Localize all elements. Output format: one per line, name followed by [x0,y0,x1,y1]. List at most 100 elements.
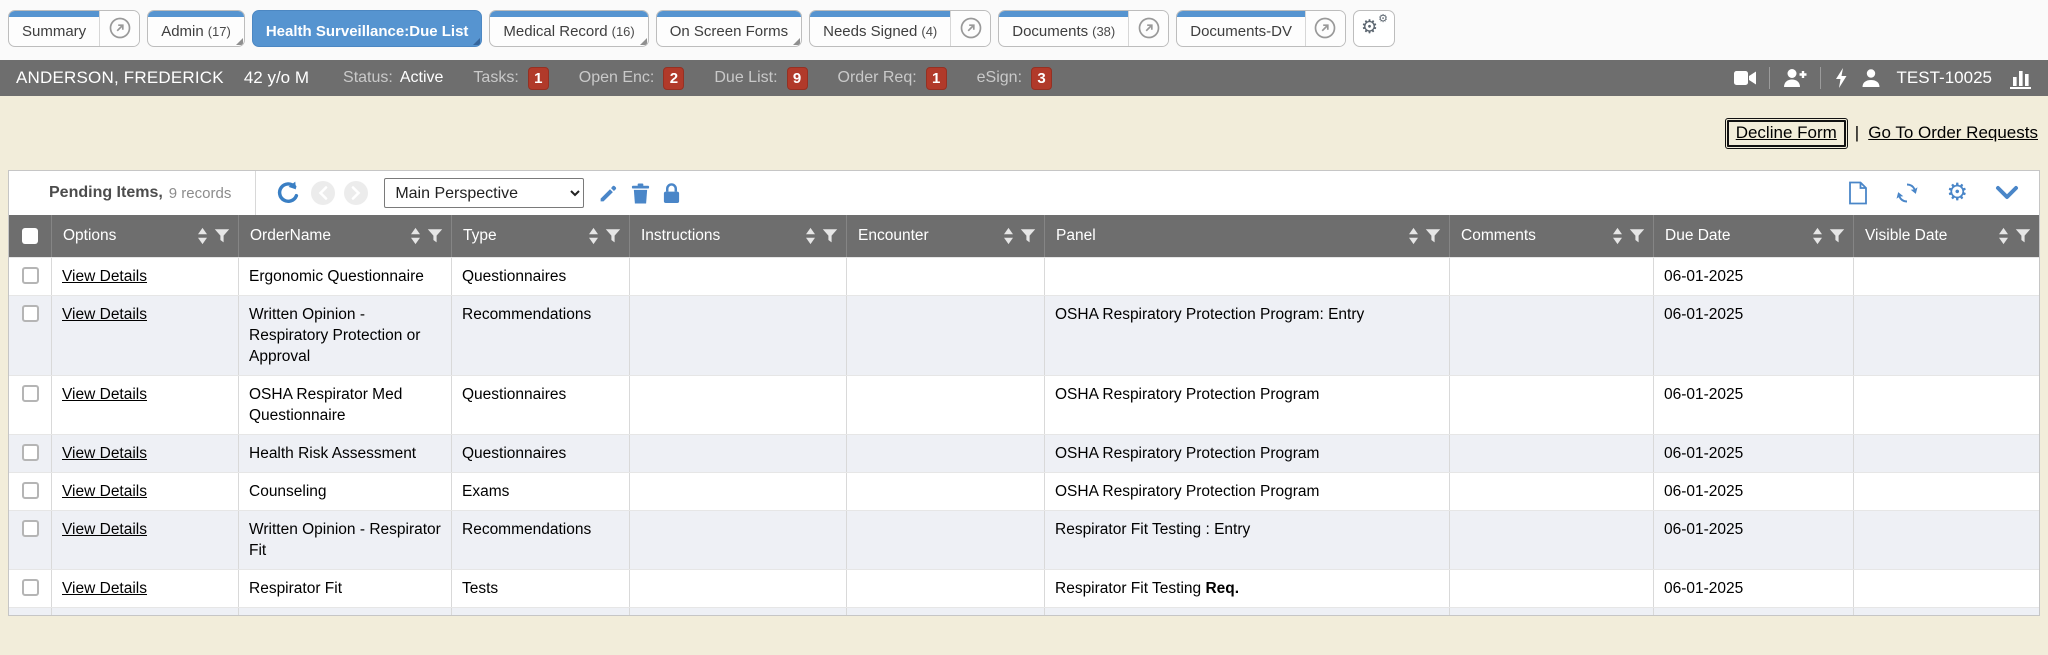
view-details-link[interactable]: View Details [62,445,147,462]
filter-funnel-icon[interactable] [1020,228,1036,244]
row-checkbox[interactable] [22,579,39,596]
row-checkbox[interactable] [22,444,39,461]
row-checkbox[interactable] [22,305,39,322]
tab[interactable]: Health Surveillance:Due List [252,10,483,47]
filter-funnel-icon[interactable] [427,228,443,244]
tab-main[interactable]: Admin (17) [148,11,244,46]
cell-type: Tests [451,570,629,607]
column-header[interactable]: Type [451,215,629,257]
bar-chart-icon[interactable] [2008,67,2032,89]
sort-icon[interactable] [197,227,208,245]
tab-top-accent [490,11,647,17]
counter-badge[interactable]: 2 [663,67,684,90]
tab[interactable]: On Screen Forms [656,10,802,47]
row-checkbox[interactable] [22,385,39,402]
decline-form-link[interactable]: Decline Form [1727,120,1846,147]
cell-encounter [846,258,1044,295]
tab-top-accent [9,11,99,17]
view-details-link[interactable]: View Details [62,580,147,597]
row-checkbox[interactable] [22,267,39,284]
tab-main[interactable]: Needs Signed (4) [810,11,950,46]
tab-main[interactable]: Health Surveillance:Due List [253,11,482,46]
tab-settings-gears-icon[interactable]: ⚙⚙ [1353,10,1395,47]
filter-funnel-icon[interactable] [1425,228,1441,244]
sort-icon[interactable] [1612,227,1623,245]
undo-icon[interactable] [276,180,302,206]
tab[interactable]: Medical Record (16) [489,10,648,47]
view-details-link[interactable]: View Details [62,483,147,500]
column-header[interactable]: Options [51,215,238,257]
view-details-link[interactable]: View Details [62,386,147,403]
perspective-select[interactable]: Main Perspective [384,178,584,208]
sort-icon[interactable] [410,227,421,245]
filter-funnel-icon[interactable] [1829,228,1845,244]
column-header[interactable]: Visible Date [1853,215,2039,257]
user-icon[interactable] [1861,68,1881,88]
view-details-link[interactable]: View Details [62,306,147,323]
row-checkbox[interactable] [22,482,39,499]
tab-main[interactable]: Documents-DV [1177,11,1305,46]
go-to-order-requests-link[interactable]: Go To Order Requests [1868,123,2038,143]
cell-select [9,376,51,434]
open-external-icon[interactable] [99,11,139,46]
counter-badge[interactable]: 9 [787,67,808,90]
tab[interactable]: Summary [8,10,140,47]
sort-icon[interactable] [1408,227,1419,245]
counter-badge[interactable]: 1 [528,67,549,90]
open-external-icon[interactable] [950,11,990,46]
lock-icon[interactable] [662,182,681,204]
open-external-icon[interactable] [1128,11,1168,46]
sort-icon[interactable] [1003,227,1014,245]
refresh-icon[interactable] [1895,181,1919,205]
cell-visible-date [1853,258,2039,295]
column-header[interactable]: Due Date [1653,215,1853,257]
lightning-icon[interactable] [1833,67,1849,89]
sort-icon[interactable] [805,227,816,245]
cell-due-date: 06-01-2025 [1653,473,1853,510]
edit-pencil-icon[interactable] [598,183,619,204]
tab-top-accent [657,11,801,17]
divider [1820,67,1821,89]
column-header[interactable]: OrderName [238,215,451,257]
column-header[interactable]: Encounter [846,215,1044,257]
column-header[interactable]: Panel [1044,215,1449,257]
video-camera-icon[interactable] [1733,68,1757,88]
collapse-chevron-down-icon[interactable] [1995,184,2019,202]
filter-funnel-icon[interactable] [822,228,838,244]
select-all-checkbox[interactable] [9,215,51,257]
view-details-link[interactable]: View Details [62,268,147,285]
filter-funnel-icon[interactable] [1629,228,1645,244]
sort-icon[interactable] [1812,227,1823,245]
tab[interactable]: Needs Signed (4) [809,10,991,47]
column-header[interactable]: Instructions [629,215,846,257]
filter-funnel-icon[interactable] [605,228,621,244]
sort-icon[interactable] [588,227,599,245]
view-details-link[interactable]: View Details [62,521,147,538]
counter-badge[interactable]: 3 [1031,67,1052,90]
cell-instructions [629,435,846,472]
next-icon[interactable] [344,181,368,205]
table-row: View Details OSHA Respirator Med Questio… [9,375,2039,434]
tab-main[interactable]: Summary [9,11,99,46]
new-document-icon[interactable] [1848,181,1868,205]
tab[interactable]: Documents-DV [1176,10,1346,47]
filter-funnel-icon[interactable] [2015,228,2031,244]
sort-icon[interactable] [1998,227,2009,245]
cell-due-date: 06-01-2025 [1653,570,1853,607]
tab-main[interactable]: Medical Record (16) [490,11,647,46]
row-checkbox[interactable] [22,520,39,537]
column-header[interactable]: Comments [1449,215,1653,257]
settings-gear-icon[interactable]: ⚙ [1946,181,1968,205]
checkbox-icon[interactable] [22,228,38,244]
tab[interactable]: Documents (38) [998,10,1169,47]
prev-icon[interactable] [311,181,335,205]
tab[interactable]: Admin (17) [147,10,245,47]
open-external-icon[interactable] [1305,11,1345,46]
cell-instructions [629,473,846,510]
add-user-icon[interactable] [1782,67,1808,89]
filter-funnel-icon[interactable] [214,228,230,244]
tab-main[interactable]: Documents (38) [999,11,1128,46]
tab-main[interactable]: On Screen Forms [657,11,801,46]
delete-trash-icon[interactable] [631,183,650,204]
counter-badge[interactable]: 1 [926,67,947,90]
